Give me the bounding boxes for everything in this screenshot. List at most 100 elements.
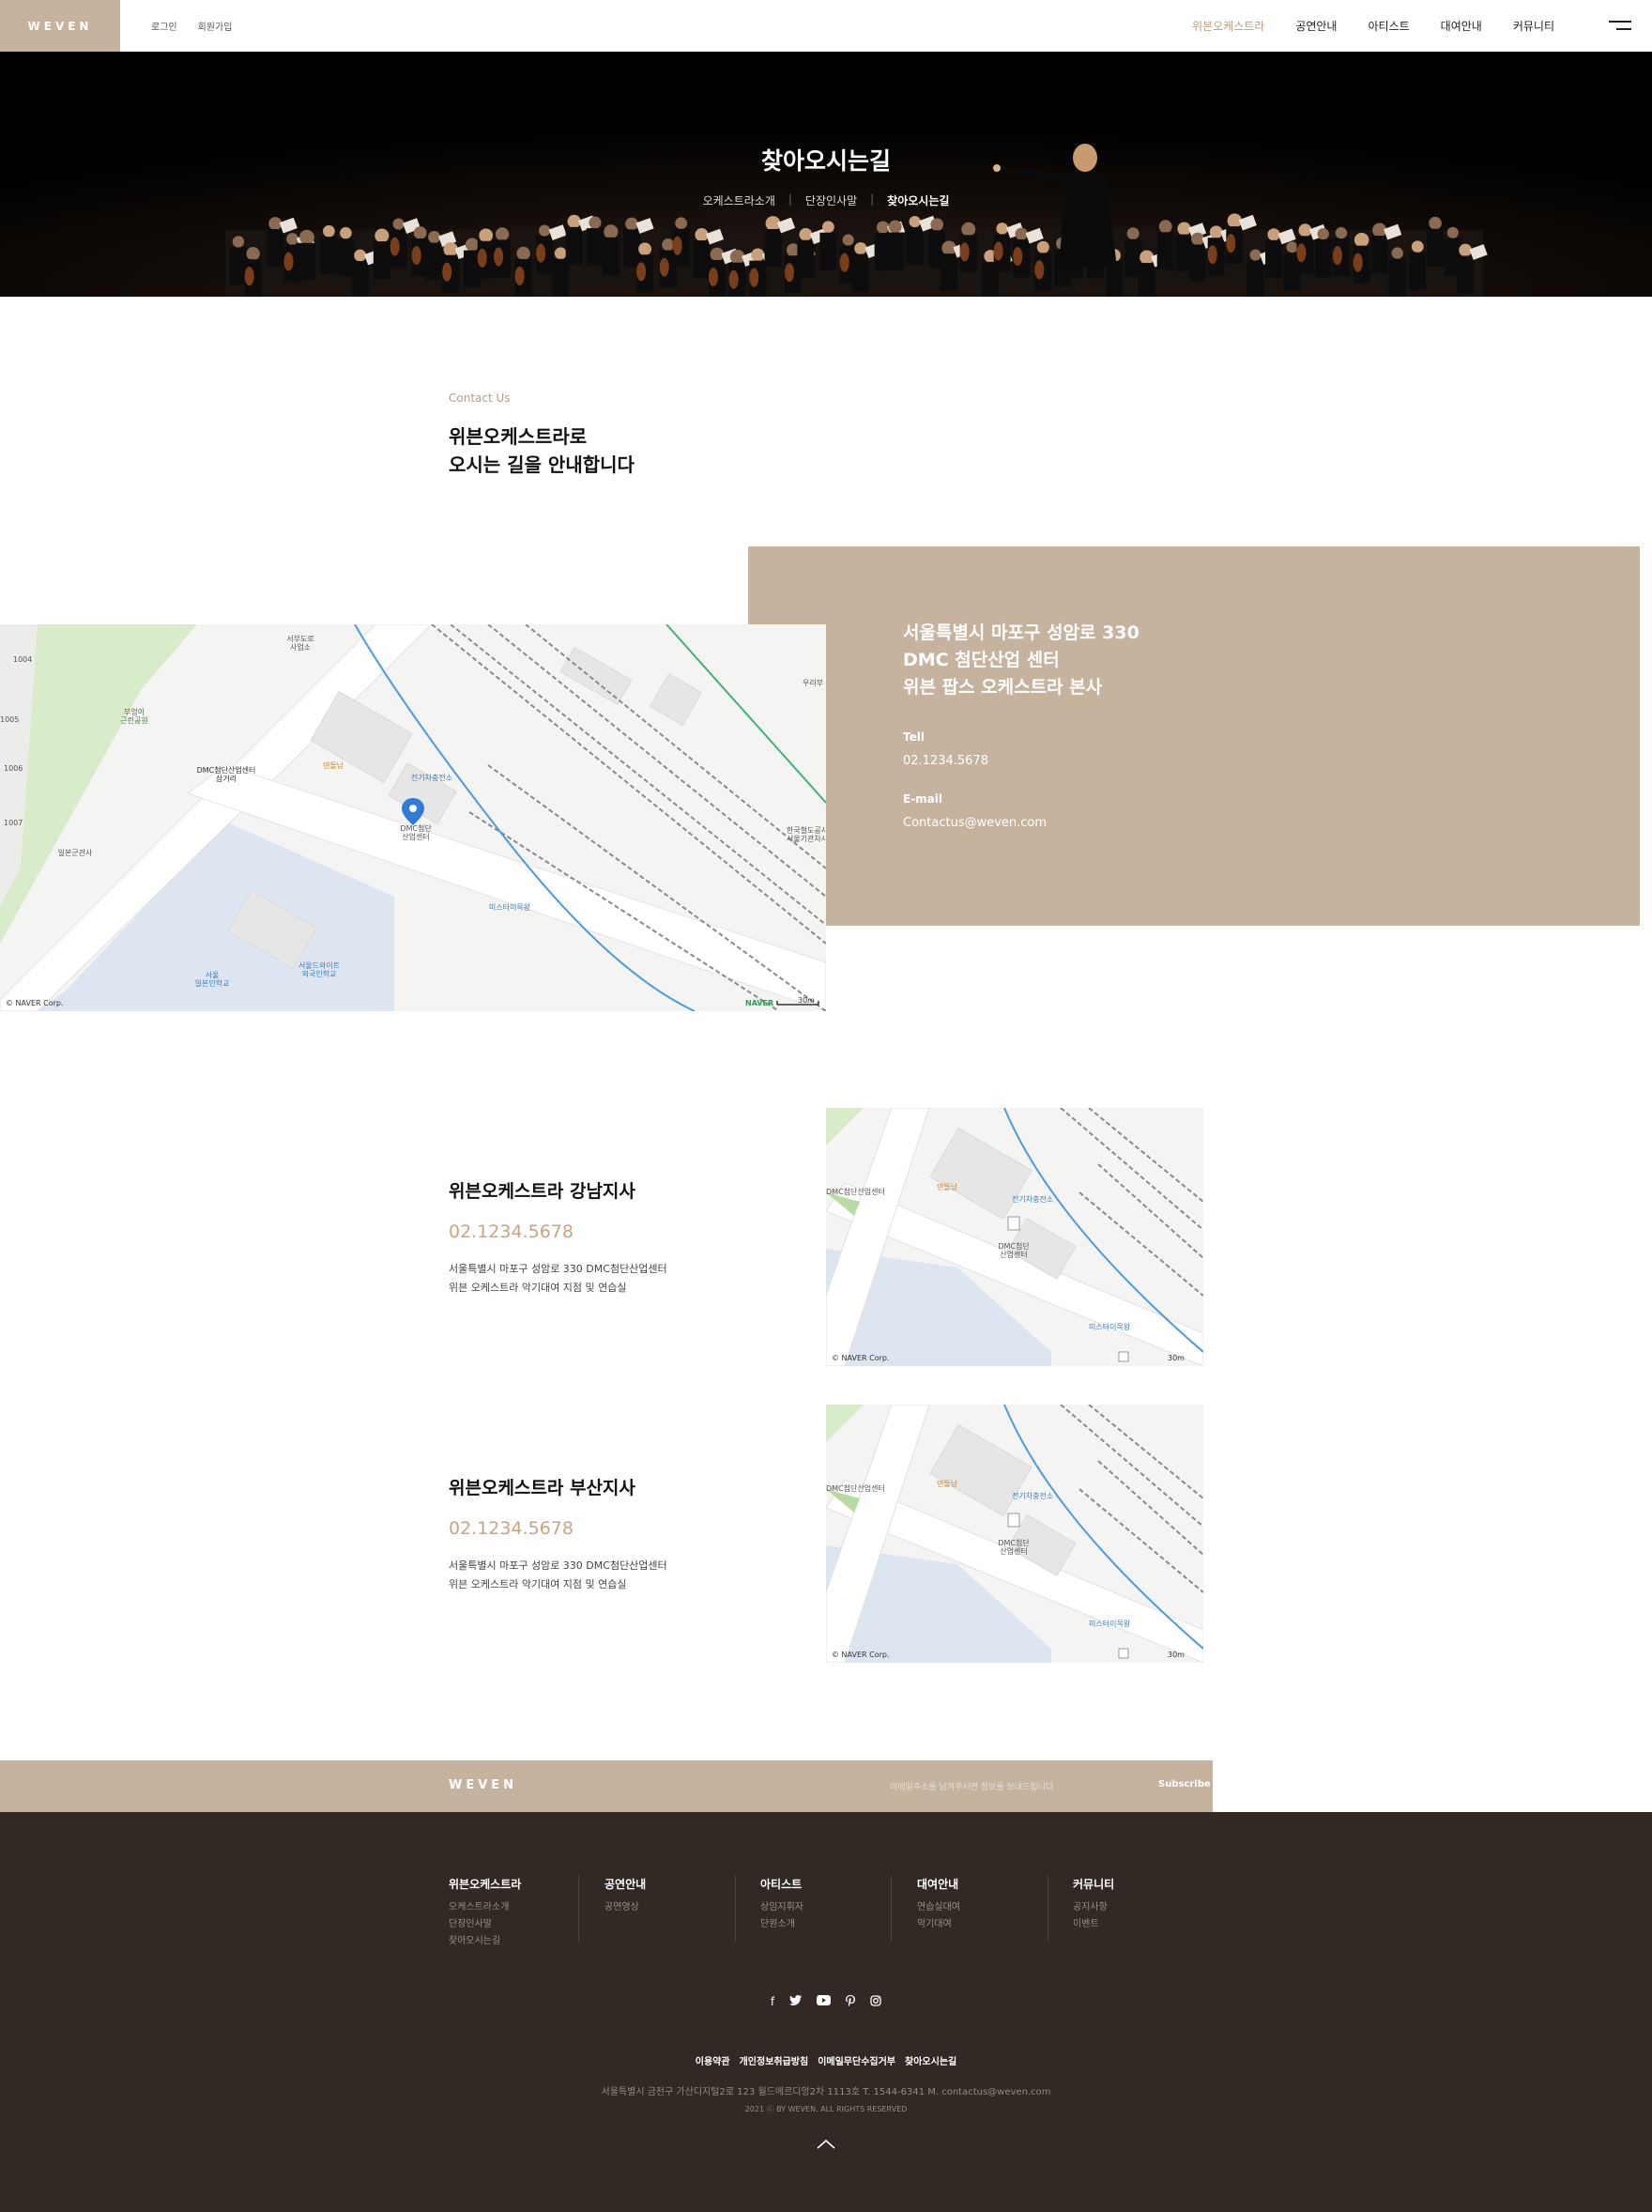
svg-text:© NAVER Corp.: © NAVER Corp.	[832, 1354, 890, 1362]
svg-text:산업센터: 산업센터	[1000, 1546, 1027, 1556]
breadcrumb: 오케스트라소개 | 단장인사말 | 찾아오시는길	[702, 192, 950, 208]
svg-text:DMC첨단산업센터: DMC첨단산업센터	[826, 1187, 885, 1196]
contact-eyebrow: Contact Us	[449, 392, 511, 405]
subscribe-bar: WEVEN 이메일주소를 남겨주시면 정보를 보내드립니다 Subscribe	[0, 1760, 1213, 1812]
terms-link[interactable]: 이용약관	[696, 2053, 730, 2067]
email-value[interactable]: Contactus@weven.com	[903, 816, 1047, 830]
location-link[interactable]: 찾아오시는길	[905, 2053, 956, 2067]
branch-phone-busan[interactable]: 02.1234.5678	[449, 1518, 574, 1539]
footer-col-title: 위븐오케스트라	[449, 1878, 522, 1891]
footer-col-title: 대여안내	[917, 1878, 959, 1891]
svg-text:삼거리: 삼거리	[216, 774, 237, 783]
svg-text:한국철도공사: 한국철도공사	[787, 825, 826, 835]
svg-text:전기차충전소: 전기차충전소	[1012, 1491, 1053, 1500]
svg-text:DMC첨단산업센터: DMC첨단산업센터	[197, 765, 256, 775]
facebook-icon[interactable]: f	[771, 1995, 774, 2009]
breadcrumb-item-intro[interactable]: 오케스트라소개	[703, 192, 775, 208]
address-line-2: DMC 첨단산업 센터	[903, 650, 1060, 670]
branch-desc-busan: 서울특별시 마포구 성암로 330 DMC첨단산업센터 위븐 오케스트라 악기대…	[449, 1557, 667, 1594]
nav-item-artist[interactable]: 아티스트	[1368, 18, 1409, 34]
svg-text:DMC첨단: DMC첨단	[998, 1538, 1030, 1547]
privacy-link[interactable]: 개인정보취급방침	[740, 2053, 809, 2067]
svg-text:30m: 30m	[1168, 1354, 1185, 1362]
svg-text:덴돌남: 덴돌남	[937, 1183, 958, 1191]
svg-text:© NAVER Corp.: © NAVER Corp.	[6, 999, 64, 1007]
pinterest-icon[interactable]	[846, 1995, 856, 2009]
svg-text:서부도로: 서부도로	[286, 635, 314, 643]
page-title: 찾아오시는길	[760, 147, 891, 175]
svg-text:덴돌남: 덴돌남	[323, 761, 344, 770]
footer-link[interactable]: 연습실대여	[917, 1899, 1048, 1916]
svg-text:© NAVER Corp.: © NAVER Corp.	[832, 1651, 890, 1659]
svg-text:미스터이목왕: 미스터이목왕	[489, 902, 531, 912]
login-link[interactable]: 로그인	[151, 19, 177, 33]
branch-desc-gangnam: 서울특별시 마포구 성암로 330 DMC첨단산업센터 위븐 오케스트라 악기대…	[449, 1260, 667, 1298]
branch-map-busan[interactable]: 덴돌남 전기차충전소 DMC첨단산업센터 DMC첨단 산업센터 미스터이목왕 ©…	[826, 1405, 1203, 1663]
footer-link[interactable]: 단장인사말	[449, 1916, 578, 1933]
footer-link[interactable]: 악기대여	[917, 1916, 1048, 1933]
contact-headline: 위븐오케스트라로 오시는 길을 안내합니다	[449, 422, 635, 479]
svg-text:외국인학교: 외국인학교	[302, 969, 337, 978]
nav-item-performance[interactable]: 공연안내	[1295, 18, 1337, 34]
svg-text:우리부: 우리부	[803, 679, 823, 687]
footer-link[interactable]: 단원소개	[760, 1916, 891, 1933]
util-menu: 로그인 회원가입	[151, 19, 232, 33]
branch-title-busan: 위븐오케스트라 부산지사	[449, 1478, 635, 1498]
footer-col-title: 공연안내	[604, 1878, 647, 1891]
footer-col-orchestra: 위븐오케스트라 오케스트라소개 단장인사말 찾아오시는길	[449, 1876, 579, 1946]
footer-link[interactable]: 상임지휘자	[760, 1899, 891, 1916]
address-line-1: 서울특별시 마포구 성암로 330	[903, 622, 1140, 643]
branch-phone-gangnam[interactable]: 02.1234.5678	[449, 1221, 574, 1242]
branch-desc-line-1: 서울특별시 마포구 성암로 330 DMC첨단산업센터	[449, 1263, 667, 1275]
svg-text:1006: 1006	[4, 764, 23, 773]
svg-text:미스터이목왕: 미스터이목왕	[1089, 1619, 1131, 1628]
svg-text:1007: 1007	[4, 819, 23, 827]
sns-links: f	[0, 1995, 1652, 2009]
svg-text:DMC첨단: DMC첨단	[400, 823, 432, 833]
svg-text:산업센터: 산업센터	[402, 832, 429, 841]
main-office-address: 서울특별시 마포구 성암로 330 DMC 첨단산업 센터 위븐 팝스 오케스트…	[903, 620, 1140, 701]
hero-banner: 찾아오시는길 오케스트라소개 | 단장인사말 | 찾아오시는길	[0, 52, 1652, 297]
tel-label: Tell	[903, 730, 925, 744]
footer-link[interactable]: 오케스트라소개	[449, 1899, 578, 1916]
svg-text:미스터이목왕: 미스터이목왕	[1089, 1322, 1131, 1331]
subscribe-button[interactable]: Subscribe	[1158, 1779, 1211, 1790]
footer-logo[interactable]: WEVEN	[449, 1778, 517, 1792]
main-office-map[interactable]: DMC첨단 산업센터 부엉이 근린공원 DMC첨단산업센터 삼거리 덴돌남 전기…	[0, 624, 826, 1011]
footer-link[interactable]: 공지사항	[1073, 1899, 1204, 1916]
site-logo[interactable]: WEVEN	[0, 0, 120, 52]
footer-link[interactable]: 찾아오시는길	[449, 1933, 578, 1950]
email-refusal-link[interactable]: 이메일무단수집거부	[818, 2053, 895, 2067]
site-header: WEVEN 로그인 회원가입 위븐오케스트라 공연안내 아티스트 대여안내 커뮤…	[0, 0, 1652, 52]
svg-text:30m: 30m	[798, 996, 815, 1005]
tel-value[interactable]: 02.1234.5678	[903, 754, 988, 768]
scroll-top-chevron-up-icon[interactable]	[813, 2135, 839, 2154]
nav-item-rental[interactable]: 대여안내	[1441, 18, 1482, 34]
address-line-3: 위븐 팝스 오케스트라 본사	[903, 677, 1103, 698]
footer-col-rental: 대여안내 연습실대여 악기대여	[917, 1876, 1048, 1942]
svg-text:근린공원: 근린공원	[120, 715, 147, 725]
svg-text:일본군관사: 일본군관사	[58, 848, 93, 857]
svg-text:전기차충전소: 전기차충전소	[1012, 1194, 1053, 1204]
nav-item-community[interactable]: 커뮤니티	[1513, 18, 1554, 34]
twitter-icon[interactable]	[789, 1995, 803, 2009]
nav-item-orchestra[interactable]: 위븐오케스트라	[1192, 18, 1264, 34]
subscribe-email-input[interactable]: 이메일주소를 남겨주시면 정보를 보내드립니다	[890, 1780, 1053, 1792]
footer-col-title: 아티스트	[760, 1878, 803, 1891]
footer-link[interactable]: 이벤트	[1073, 1916, 1204, 1933]
branch-map-gangnam[interactable]: 덴돌남 전기차충전소 DMC첨단산업센터 DMC첨단 산업센터 미스터이목왕 ©…	[826, 1108, 1203, 1366]
svg-text:서울드와이트: 서울드와이트	[298, 960, 340, 970]
branch-desc-line-2: 위븐 오케스트라 악기대여 지점 및 연습실	[449, 1578, 627, 1590]
footer-link[interactable]: 공연영상	[604, 1899, 735, 1916]
svg-text:1005: 1005	[0, 715, 19, 724]
youtube-icon[interactable]	[817, 1995, 832, 2009]
breadcrumb-item-location[interactable]: 찾아오시는길	[887, 192, 949, 208]
svg-text:서울기관차사: 서울기관차사	[787, 834, 826, 843]
svg-text:30m: 30m	[1168, 1651, 1185, 1659]
hamburger-menu-icon[interactable]	[1609, 18, 1631, 33]
instagram-icon[interactable]	[870, 1995, 881, 2009]
svg-text:사업소: 사업소	[290, 643, 311, 652]
main-nav: 위븐오케스트라 공연안내 아티스트 대여안내 커뮤니티	[1192, 18, 1554, 34]
join-link[interactable]: 회원가입	[198, 19, 233, 33]
breadcrumb-item-greeting[interactable]: 단장인사말	[805, 192, 857, 208]
